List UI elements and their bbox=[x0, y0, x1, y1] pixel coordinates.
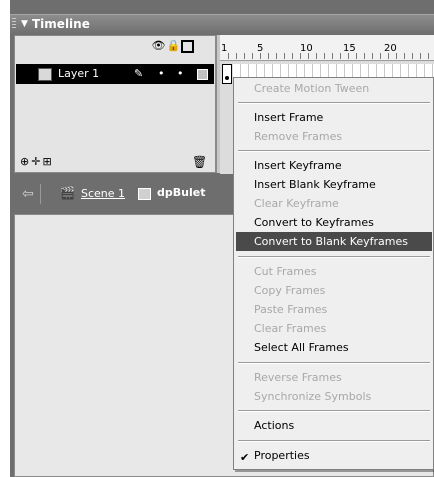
menu-separator bbox=[238, 150, 430, 152]
ruler-tick-marks bbox=[228, 53, 434, 59]
layer-buttons: ⊕✛⊞ bbox=[20, 155, 54, 168]
menu-separator bbox=[238, 256, 430, 258]
menu-item-convert-to-blank-keyframes[interactable]: Convert to Blank Keyframes bbox=[236, 232, 432, 251]
menu-item-properties[interactable]: Properties bbox=[236, 446, 432, 465]
lock-icon[interactable]: 🔒 bbox=[166, 39, 181, 52]
symbol-link[interactable]: dpBulet bbox=[157, 186, 205, 199]
menu-item-clear-keyframe[interactable]: Clear Keyframe bbox=[236, 194, 432, 213]
layer-name[interactable]: Layer 1 bbox=[58, 64, 99, 84]
menu-item-cut-frames[interactable]: Cut Frames bbox=[236, 262, 432, 281]
menu-item-actions[interactable]: Actions bbox=[236, 416, 432, 435]
keyframe-dot-icon bbox=[225, 76, 229, 80]
ruler-tick: 1 bbox=[221, 43, 228, 54]
outline-swatch-icon[interactable] bbox=[197, 69, 208, 80]
visibility-dot-icon[interactable]: • bbox=[158, 64, 165, 84]
add-folder-icon[interactable]: ⊞ bbox=[42, 155, 53, 168]
panel-grip-icon[interactable] bbox=[12, 18, 16, 30]
lock-dot-icon[interactable]: • bbox=[177, 64, 184, 84]
symbol-icon bbox=[138, 188, 151, 200]
menu-item-insert-frame[interactable]: Insert Frame bbox=[236, 108, 432, 127]
menu-item-select-all-frames[interactable]: Select All Frames bbox=[236, 338, 432, 357]
menu-item-remove-frames[interactable]: Remove Frames bbox=[236, 127, 432, 146]
menu-item-paste-frames[interactable]: Paste Frames bbox=[236, 300, 432, 319]
menu-separator bbox=[238, 440, 430, 442]
menu-item-synchronize-symbols[interactable]: Synchronize Symbols bbox=[236, 387, 432, 406]
layer-panel bbox=[14, 35, 216, 173]
menu-item-create-motion-tween[interactable]: Create Motion Tween bbox=[236, 79, 432, 98]
collapse-arrow-icon[interactable]: ▼ bbox=[21, 15, 28, 33]
eye-icon[interactable]: 👁 bbox=[151, 39, 166, 52]
pencil-icon: ✎ bbox=[134, 67, 144, 80]
keyframe-cell[interactable] bbox=[222, 64, 232, 84]
menu-item-reverse-frames[interactable]: Reverse Frames bbox=[236, 368, 432, 387]
trash-icon[interactable]: 🗑 bbox=[192, 155, 207, 169]
add-layer-icon[interactable]: ⊕ bbox=[20, 155, 31, 168]
menu-item-convert-to-keyframes[interactable]: Convert to Keyframes bbox=[236, 213, 432, 232]
scene-icon: 🎬 bbox=[60, 186, 75, 200]
menu-item-copy-frames[interactable]: Copy Frames bbox=[236, 281, 432, 300]
menu-item-insert-keyframe[interactable]: Insert Keyframe bbox=[236, 156, 432, 175]
menu-separator bbox=[238, 362, 430, 364]
editbar-divider bbox=[40, 184, 41, 204]
layer-icon bbox=[38, 68, 52, 81]
back-arrow-icon[interactable]: ⇦ bbox=[22, 186, 34, 202]
menu-separator bbox=[238, 102, 430, 104]
outline-icon[interactable] bbox=[181, 39, 194, 53]
menu-separator bbox=[238, 410, 430, 412]
checkmark-icon: ✔ bbox=[240, 451, 250, 464]
layer-header-icons: 👁🔒 bbox=[151, 39, 194, 55]
scene-link[interactable]: Scene 1 bbox=[81, 187, 125, 200]
menu-item-clear-frames[interactable]: Clear Frames bbox=[236, 319, 432, 338]
panel-title: Timeline bbox=[32, 17, 90, 31]
add-guide-layer-icon[interactable]: ✛ bbox=[31, 155, 42, 168]
menu-item-insert-blank-keyframe[interactable]: Insert Blank Keyframe bbox=[236, 175, 432, 194]
